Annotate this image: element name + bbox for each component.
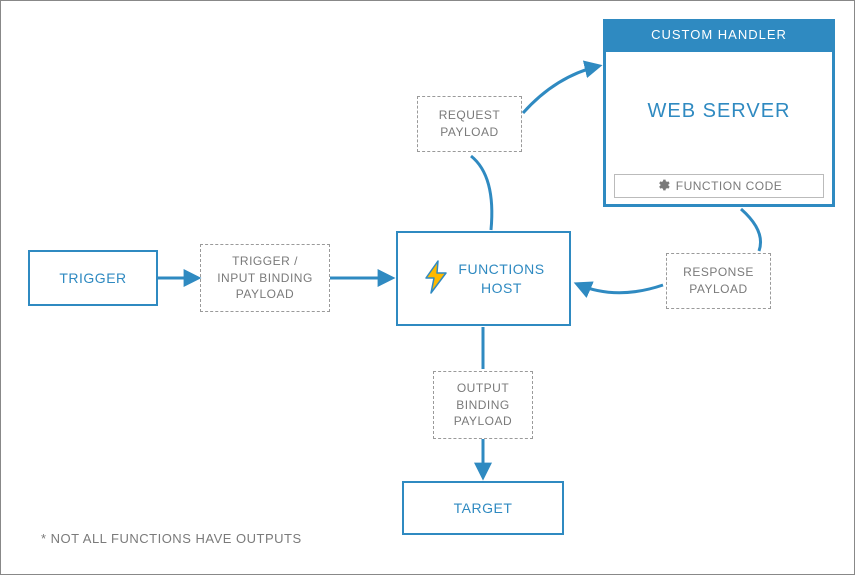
output-payload-label: OUTPUT BINDING PAYLOAD	[454, 380, 512, 430]
footnote-text: * NOT ALL FUNCTIONS HAVE OUTPUTS	[41, 531, 302, 546]
target-label: TARGET	[454, 500, 513, 516]
trigger-payload-label: TRIGGER / INPUT BINDING PAYLOAD	[217, 253, 313, 303]
function-code-box: FUNCTION CODE	[614, 174, 824, 198]
custom-handler-header-label: CUSTOM HANDLER	[651, 27, 787, 42]
functions-host-box: FUNCTIONS HOST	[396, 231, 571, 326]
web-server-label: WEB SERVER	[648, 100, 791, 123]
functions-host-label: FUNCTIONS HOST	[458, 260, 544, 296]
diagram-canvas: TRIGGER TRIGGER / INPUT BINDING PAYLOAD …	[0, 0, 855, 575]
response-payload-box: RESPONSE PAYLOAD	[666, 253, 771, 309]
function-code-label: FUNCTION CODE	[676, 179, 783, 193]
custom-handler-header: CUSTOM HANDLER	[603, 19, 835, 49]
trigger-label: TRIGGER	[59, 270, 126, 286]
response-payload-label: RESPONSE PAYLOAD	[683, 264, 754, 298]
trigger-payload-box: TRIGGER / INPUT BINDING PAYLOAD	[200, 244, 330, 312]
trigger-box: TRIGGER	[28, 250, 158, 306]
footnote-label: * NOT ALL FUNCTIONS HAVE OUTPUTS	[41, 531, 302, 546]
gear-icon	[656, 178, 670, 195]
request-payload-box: REQUEST PAYLOAD	[417, 96, 522, 152]
request-payload-label: REQUEST PAYLOAD	[439, 107, 501, 141]
target-box: TARGET	[402, 481, 564, 535]
lightning-bolt-icon	[422, 260, 450, 297]
output-payload-box: OUTPUT BINDING PAYLOAD	[433, 371, 533, 439]
